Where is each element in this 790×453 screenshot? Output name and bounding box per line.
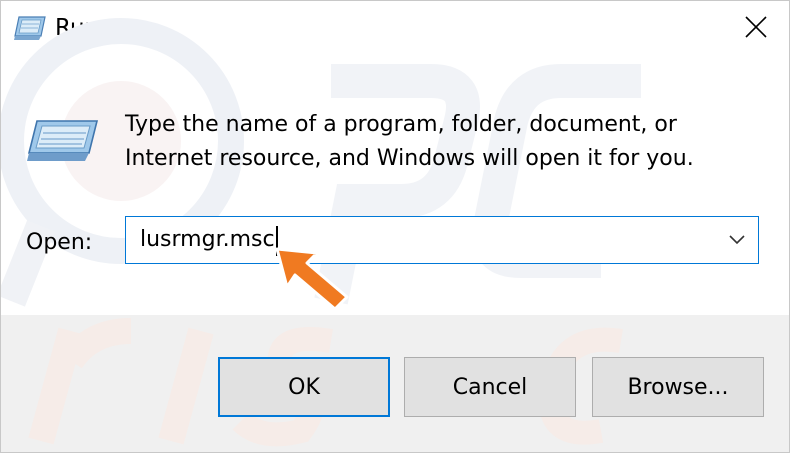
run-dialog: Run Type the name of a program, folder, … [0,0,790,453]
dialog-body [1,57,789,315]
cancel-button[interactable]: Cancel [404,357,576,417]
open-combobox[interactable]: lusrmgr.msc [125,216,759,264]
close-button[interactable] [723,1,789,53]
window-title: Run [55,15,100,41]
run-program-icon [27,117,99,163]
ok-button[interactable]: OK [218,357,390,417]
chevron-down-icon [729,235,745,245]
run-icon [14,14,46,42]
dropdown-button[interactable] [722,225,752,255]
browse-button[interactable]: Browse... [592,357,764,417]
close-icon [745,16,767,38]
open-label: Open: [26,230,93,255]
run-description: Type the name of a program, folder, docu… [125,112,694,171]
open-input[interactable]: lusrmgr.msc [140,224,275,256]
annotation-arrow-icon [275,247,349,311]
title-bar: Run [1,1,789,57]
